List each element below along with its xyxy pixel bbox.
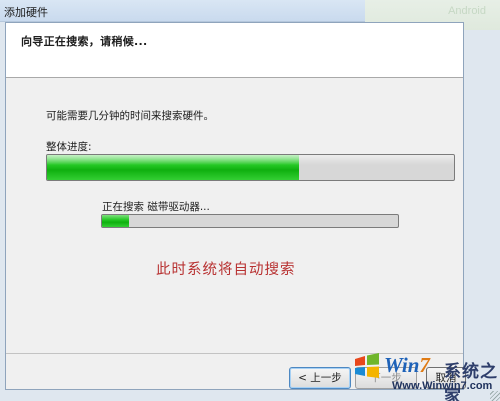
device-progress-bar: [101, 214, 399, 228]
window-title: 添加硬件: [4, 6, 48, 19]
wizard-heading: 向导正在搜索，请稍候...: [21, 35, 148, 48]
watermark-brand-seven: 7: [419, 353, 430, 377]
watermark-brand: Win7: [384, 353, 430, 378]
annotation-text: 此时系统将自动搜索: [156, 262, 296, 278]
info-text: 可能需要几分钟的时间来搜索硬件。: [46, 110, 214, 122]
device-progress-fill: [102, 215, 129, 227]
watermark-cn-text: 系统之家: [444, 362, 498, 401]
watermark: Win7 系统之家 Www.Winwin7.com: [352, 347, 500, 401]
title-bar[interactable]: 添加硬件: [0, 0, 365, 22]
wizard-header: 向导正在搜索，请稍候...: [6, 23, 463, 78]
overall-progress-bar: [46, 154, 455, 181]
overall-progress-label: 整体进度:: [46, 141, 92, 153]
overall-progress-highlight: [47, 155, 454, 165]
windows-logo-icon: [355, 353, 379, 378]
wizard-client-area: 向导正在搜索，请稍候... 可能需要几分钟的时间来搜索硬件。 整体进度: 正在搜…: [5, 22, 466, 390]
watermark-url: Www.Winwin7.com: [392, 380, 493, 392]
watermark-brand-prefix: Win: [384, 353, 420, 377]
searching-device-label: 正在搜索 磁带驱动器...: [102, 201, 210, 213]
add-hardware-wizard-window: 添加硬件 向导正在搜索，请稍候... 可能需要几分钟的时间来搜索硬件。 整体进度…: [0, 0, 500, 401]
back-button[interactable]: < 上一步: [289, 367, 351, 389]
